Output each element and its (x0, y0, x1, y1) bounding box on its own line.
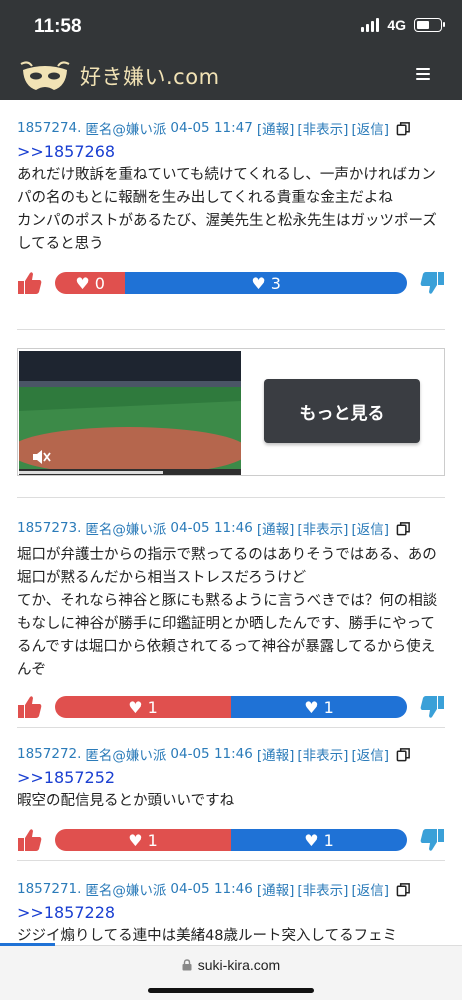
reply-to-link[interactable]: >>1857252 (17, 768, 445, 787)
url-text: suki-kira.com (197, 957, 281, 973)
comment-post: 1857274. 匿名@嫌い派 04-05 11:47 [通報] [非表示] [… (17, 100, 445, 330)
page-load-progress (0, 943, 55, 946)
status-icons: 4G (361, 17, 445, 33)
comment-post: 1857272. 匿名@嫌い派 04-05 11:46 [通報] [非表示] [… (17, 728, 445, 861)
post-meta: 1857274. 匿名@嫌い派 04-05 11:47 [通報] [非表示] [… (17, 118, 445, 138)
bad-count[interactable]: ♥ 1 (231, 696, 407, 718)
hide-link[interactable]: [非表示] (297, 879, 348, 899)
broken-heart-icon: ♥ (304, 697, 319, 717)
post-id: 1857272. (17, 746, 82, 762)
vote-bar: ♥ 1 ♥ 1 (55, 829, 407, 851)
thumbs-down-icon[interactable] (419, 827, 445, 853)
heart-icon: ♥ (128, 830, 143, 850)
copy-icon[interactable] (396, 747, 411, 762)
mask-logo-icon (20, 61, 70, 90)
good-count[interactable]: ♥ 1 (55, 696, 231, 718)
post-body: 堀口が弁護士からの指示で黙ってるのはありそうではある、あの堀口が黙るんだから相当… (17, 547, 438, 678)
report-link[interactable]: [通報] (257, 118, 295, 138)
ad-video-player[interactable] (19, 351, 241, 475)
vote-bar: ♥ 0 ♥ 3 (55, 272, 407, 294)
post-meta: 1857273. 匿名@嫌い派 04-05 11:46 [通報] [非表示] [… (17, 518, 445, 538)
report-link[interactable]: [通報] (257, 879, 295, 899)
browser-address-bar: suki-kira.com (0, 943, 462, 1000)
hide-link[interactable]: [非表示] (297, 118, 348, 138)
comment-feed: 1857274. 匿名@嫌い派 04-05 11:47 [通報] [非表示] [… (0, 100, 462, 945)
status-bar: 11:58 4G (0, 0, 462, 54)
post-date: 04-05 11:46 (170, 881, 253, 897)
report-link[interactable]: [通報] (257, 518, 295, 538)
mute-icon[interactable] (31, 447, 51, 467)
logo-text: 好き嫌い.com (80, 65, 220, 89)
site-logo[interactable]: 好き嫌い.com (18, 56, 220, 96)
reply-to-link[interactable]: >>1857268 (17, 142, 445, 161)
signal-icon (361, 18, 380, 32)
vote-bar: ♥ 1 ♥ 1 (55, 696, 407, 718)
heart-icon: ♥ (75, 273, 90, 293)
lock-icon (182, 959, 192, 971)
post-author: 匿名@嫌い派 (85, 748, 167, 764)
broken-heart-icon: ♥ (251, 273, 266, 293)
post-date: 04-05 11:47 (170, 120, 253, 136)
reply-link[interactable]: [返信] (351, 879, 389, 899)
post-body: 暇空の配信見るとか頭いいですね (17, 793, 235, 809)
url-field[interactable]: suki-kira.com (0, 957, 462, 973)
broken-heart-icon: ♥ (304, 830, 319, 850)
post-meta: 1857271. 匿名@嫌い派 04-05 11:46 [通報] [非表示] [… (17, 879, 445, 899)
hamburger-menu-icon[interactable] (416, 68, 430, 82)
post-id: 1857271. (17, 881, 82, 897)
hide-link[interactable]: [非表示] (297, 744, 348, 764)
post-author: 匿名@嫌い派 (85, 122, 167, 138)
comment-post: 1857271. 匿名@嫌い派 04-05 11:46 [通報] [非表示] [… (17, 861, 445, 945)
thumbs-down-icon[interactable] (419, 694, 445, 720)
network-type: 4G (387, 17, 406, 33)
thumbs-down-icon[interactable] (419, 270, 445, 296)
thumbs-up-icon[interactable] (17, 270, 43, 296)
copy-icon[interactable] (396, 121, 411, 136)
bad-count[interactable]: ♥ 1 (231, 829, 407, 851)
post-id: 1857274. (17, 120, 82, 136)
copy-icon[interactable] (396, 521, 411, 536)
see-more-button[interactable]: もっと見る (264, 379, 420, 443)
hide-link[interactable]: [非表示] (297, 518, 348, 538)
post-id: 1857273. (17, 520, 82, 536)
heart-icon: ♥ (128, 697, 143, 717)
vote-row: ♥ 1 ♥ 1 (17, 827, 445, 853)
reply-link[interactable]: [返信] (351, 518, 389, 538)
reply-link[interactable]: [返信] (351, 118, 389, 138)
video-ad: もっと見る (17, 348, 445, 476)
vote-row: ♥ 0 ♥ 3 (17, 270, 445, 296)
good-count[interactable]: ♥ 1 (55, 829, 231, 851)
reply-link[interactable]: [返信] (351, 744, 389, 764)
comment-post: 1857273. 匿名@嫌い派 04-05 11:46 [通報] [非表示] [… (17, 498, 445, 728)
vote-row: ♥ 1 ♥ 1 (17, 694, 445, 720)
copy-icon[interactable] (396, 882, 411, 897)
post-author: 匿名@嫌い派 (85, 883, 167, 899)
post-meta: 1857272. 匿名@嫌い派 04-05 11:46 [通報] [非表示] [… (17, 744, 445, 764)
home-indicator[interactable] (148, 988, 314, 993)
bad-count[interactable]: ♥ 3 (125, 272, 407, 294)
good-count[interactable]: ♥ 0 (55, 272, 126, 294)
post-author: 匿名@嫌い派 (85, 522, 167, 538)
reply-to-link[interactable]: >>1857228 (17, 903, 445, 922)
post-body: あれだけ敗訴を重ねていても続けてくれるし、一声かければカンパの名のもとに報酬を生… (17, 167, 437, 252)
post-body: ジジイ煽りしてる連中は美緒48歳ルート突入してるフェミ (17, 928, 398, 944)
site-header: 好き嫌い.com (0, 54, 462, 100)
thumbs-up-icon[interactable] (17, 827, 43, 853)
post-date: 04-05 11:46 (170, 520, 253, 536)
battery-icon (414, 18, 445, 32)
report-link[interactable]: [通報] (257, 744, 295, 764)
post-date: 04-05 11:46 (170, 746, 253, 762)
status-time: 11:58 (34, 16, 82, 37)
thumbs-up-icon[interactable] (17, 694, 43, 720)
